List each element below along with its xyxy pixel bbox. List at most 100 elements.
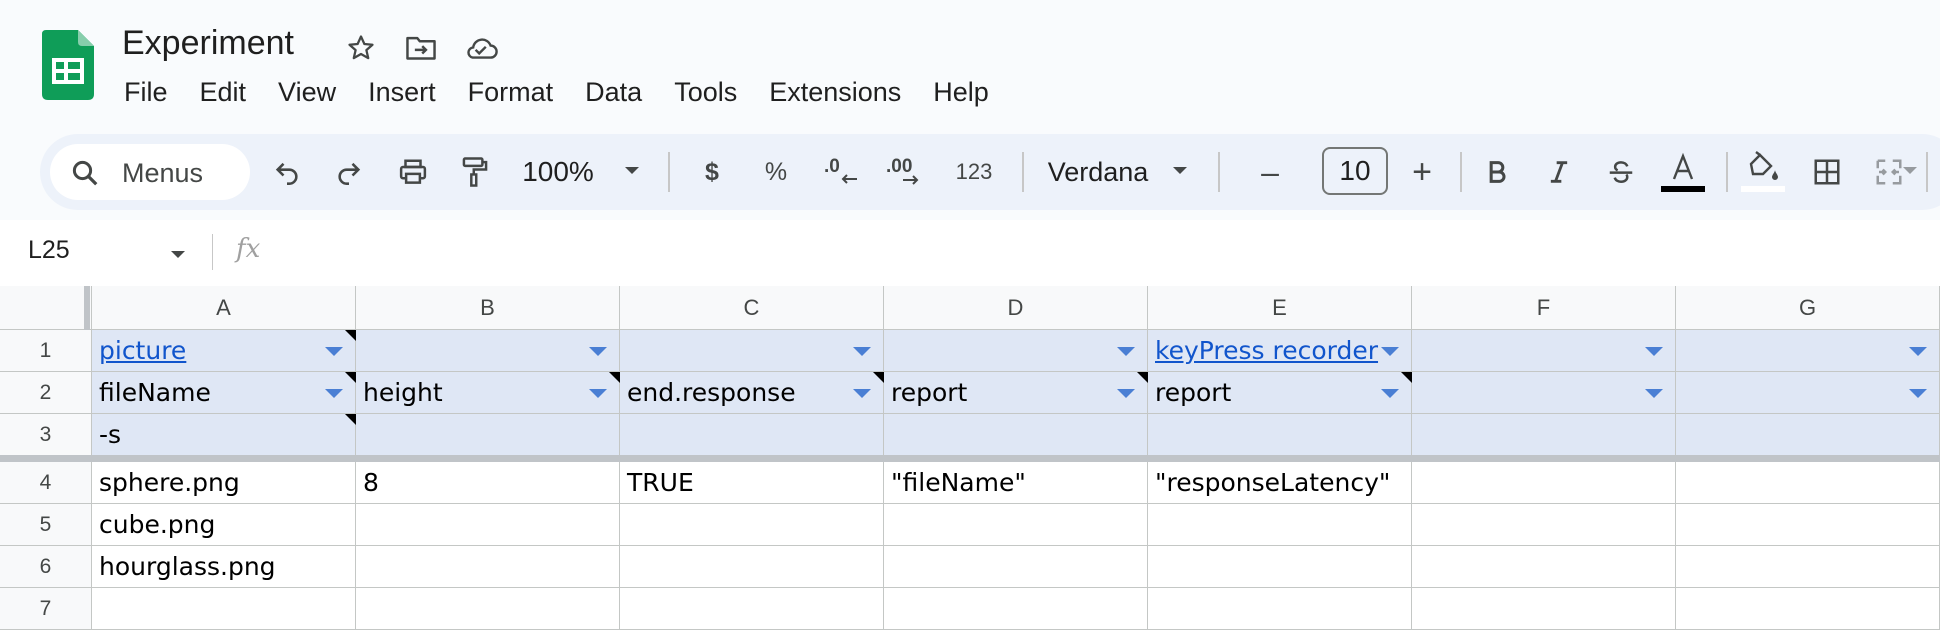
filter-dropdown-icon[interactable] bbox=[1117, 388, 1135, 398]
column-header-a[interactable]: A bbox=[92, 286, 356, 330]
menu-extensions[interactable]: Extensions bbox=[753, 75, 917, 110]
cell-a1[interactable]: picture bbox=[92, 330, 356, 372]
filter-dropdown-icon[interactable] bbox=[1909, 388, 1927, 398]
cell-g7[interactable] bbox=[1676, 588, 1940, 630]
zoom-dropdown-icon[interactable] bbox=[624, 166, 640, 176]
decrease-font-size-button[interactable]: – bbox=[1248, 134, 1292, 210]
cell-g2[interactable] bbox=[1676, 372, 1940, 414]
cell-d2[interactable]: report bbox=[884, 372, 1148, 414]
row-header-7[interactable]: 7 bbox=[0, 588, 92, 630]
frozen-row-handle[interactable] bbox=[0, 455, 1940, 462]
cell-f2[interactable] bbox=[1412, 372, 1676, 414]
menu-help[interactable]: Help bbox=[917, 75, 1005, 110]
font-size-input[interactable]: 10 bbox=[1322, 147, 1388, 195]
cell-g3[interactable] bbox=[1676, 414, 1940, 456]
filter-dropdown-icon[interactable] bbox=[589, 388, 607, 398]
note-marker-e2[interactable] bbox=[1401, 372, 1412, 383]
bold-button[interactable] bbox=[1472, 134, 1522, 210]
cell-a4[interactable]: sphere.png bbox=[92, 462, 356, 504]
select-all-corner[interactable] bbox=[0, 286, 92, 330]
cell-c1[interactable] bbox=[620, 330, 884, 372]
row-header-6[interactable]: 6 bbox=[0, 546, 92, 588]
cell-c3[interactable] bbox=[620, 414, 884, 456]
filter-dropdown-icon[interactable] bbox=[1117, 346, 1135, 356]
italic-button[interactable] bbox=[1534, 134, 1584, 210]
sheets-logo-icon[interactable] bbox=[42, 30, 94, 100]
frozen-column-handle[interactable] bbox=[84, 286, 90, 330]
cell-link[interactable]: keyPress recorder bbox=[1155, 336, 1378, 365]
menu-format[interactable]: Format bbox=[452, 75, 570, 110]
filter-dropdown-icon[interactable] bbox=[1909, 346, 1927, 356]
strikethrough-button[interactable] bbox=[1596, 134, 1646, 210]
document-title[interactable]: Experiment bbox=[122, 24, 294, 63]
cell-b2[interactable]: height bbox=[356, 372, 620, 414]
cell-e6[interactable] bbox=[1148, 546, 1412, 588]
column-header-b[interactable]: B bbox=[356, 286, 620, 330]
menu-data[interactable]: Data bbox=[569, 75, 658, 110]
cell-e4[interactable]: "responseLatency" bbox=[1148, 462, 1412, 504]
cell-f6[interactable] bbox=[1412, 546, 1676, 588]
menu-file[interactable]: File bbox=[108, 75, 184, 110]
filter-dropdown-icon[interactable] bbox=[589, 346, 607, 356]
note-marker-c2[interactable] bbox=[873, 372, 884, 383]
zoom-select[interactable]: 100% bbox=[518, 134, 598, 210]
cell-c7[interactable] bbox=[620, 588, 884, 630]
menu-tools[interactable]: Tools bbox=[658, 75, 753, 110]
note-marker-b2[interactable] bbox=[609, 372, 620, 383]
increase-font-size-button[interactable]: + bbox=[1400, 134, 1444, 210]
currency-format-button[interactable]: $ bbox=[690, 134, 734, 210]
column-header-d[interactable]: D bbox=[884, 286, 1148, 330]
cell-g6[interactable] bbox=[1676, 546, 1940, 588]
cell-link[interactable]: picture bbox=[99, 336, 186, 365]
text-color-button[interactable] bbox=[1656, 134, 1710, 210]
cell-a5[interactable]: cube.png bbox=[92, 504, 356, 546]
cell-a7[interactable] bbox=[92, 588, 356, 630]
merge-dropdown-icon[interactable] bbox=[1902, 166, 1918, 176]
cell-g5[interactable] bbox=[1676, 504, 1940, 546]
cell-e7[interactable] bbox=[1148, 588, 1412, 630]
redo-button[interactable] bbox=[324, 134, 374, 210]
cell-a3[interactable]: -s bbox=[92, 414, 356, 456]
filter-dropdown-icon[interactable] bbox=[853, 346, 871, 356]
column-header-f[interactable]: F bbox=[1412, 286, 1676, 330]
cell-e5[interactable] bbox=[1148, 504, 1412, 546]
note-marker-a2[interactable] bbox=[345, 372, 356, 383]
cloud-saved-icon[interactable] bbox=[462, 30, 500, 66]
borders-button[interactable] bbox=[1802, 134, 1852, 210]
font-dropdown-icon[interactable] bbox=[1172, 166, 1188, 176]
cell-f1[interactable] bbox=[1412, 330, 1676, 372]
name-box[interactable]: L25 bbox=[28, 236, 70, 265]
fill-color-button[interactable] bbox=[1736, 134, 1790, 210]
menu-edit[interactable]: Edit bbox=[184, 75, 263, 110]
cell-b1[interactable] bbox=[356, 330, 620, 372]
cell-d1[interactable] bbox=[884, 330, 1148, 372]
row-header-4[interactable]: 4 bbox=[0, 462, 92, 504]
cell-d5[interactable] bbox=[884, 504, 1148, 546]
note-marker-d2[interactable] bbox=[1137, 372, 1148, 383]
filter-dropdown-icon[interactable] bbox=[1381, 346, 1399, 356]
cell-g4[interactable] bbox=[1676, 462, 1940, 504]
cell-f5[interactable] bbox=[1412, 504, 1676, 546]
filter-dropdown-icon[interactable] bbox=[1645, 346, 1663, 356]
cell-e3[interactable] bbox=[1148, 414, 1412, 456]
decrease-decimals-button[interactable]: .0 bbox=[818, 134, 868, 210]
paint-format-button[interactable] bbox=[450, 134, 500, 210]
row-header-3[interactable]: 3 bbox=[0, 414, 92, 456]
move-folder-icon[interactable] bbox=[402, 30, 440, 66]
name-box-dropdown-icon[interactable] bbox=[170, 250, 186, 260]
cell-c4[interactable]: TRUE bbox=[620, 462, 884, 504]
filter-dropdown-icon[interactable] bbox=[325, 346, 343, 356]
cell-b7[interactable] bbox=[356, 588, 620, 630]
percent-format-button[interactable]: % bbox=[754, 134, 798, 210]
cell-b3[interactable] bbox=[356, 414, 620, 456]
cell-e2[interactable]: report bbox=[1148, 372, 1412, 414]
column-header-g[interactable]: G bbox=[1676, 286, 1940, 330]
more-formats-button[interactable]: 123 bbox=[944, 134, 1004, 210]
undo-button[interactable] bbox=[262, 134, 312, 210]
cell-b4[interactable]: 8 bbox=[356, 462, 620, 504]
cell-d4[interactable]: "fileName" bbox=[884, 462, 1148, 504]
cell-d6[interactable] bbox=[884, 546, 1148, 588]
row-header-1[interactable]: 1 bbox=[0, 330, 92, 372]
cell-e1[interactable]: keyPress recorder bbox=[1148, 330, 1412, 372]
cell-d7[interactable] bbox=[884, 588, 1148, 630]
